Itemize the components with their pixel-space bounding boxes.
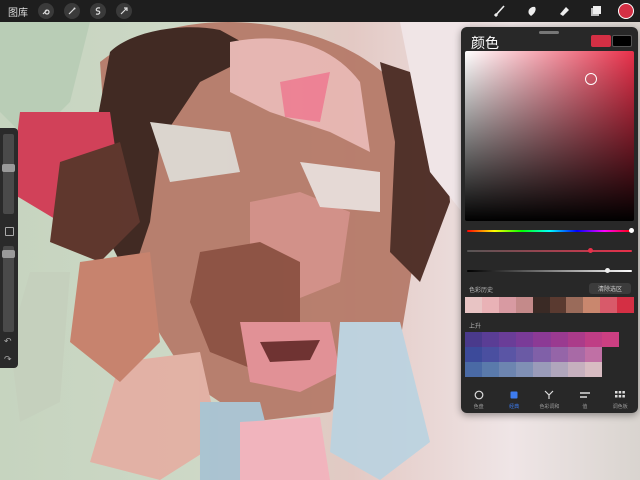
history-swatch[interactable] bbox=[465, 297, 482, 313]
palette-swatch[interactable] bbox=[533, 347, 551, 362]
color-panel: 颜色 色彩历史 清除选区 上升 色盘 经典 色彩调和 值 调色板 bbox=[461, 27, 638, 413]
palette-swatch[interactable] bbox=[482, 362, 500, 377]
color-history-row bbox=[465, 297, 635, 313]
history-swatch[interactable] bbox=[617, 297, 635, 313]
palette-swatch[interactable] bbox=[533, 332, 551, 347]
left-sidebar: ↶ ↷ bbox=[0, 128, 18, 368]
palette-swatch[interactable] bbox=[584, 347, 602, 362]
palette-swatch[interactable] bbox=[465, 347, 483, 362]
transform-arrow-icon[interactable] bbox=[116, 3, 132, 19]
tab-label: 色彩调和 bbox=[539, 403, 560, 410]
history-swatch[interactable] bbox=[498, 297, 516, 313]
palette-swatch[interactable] bbox=[499, 362, 517, 377]
gallery-button[interactable]: 图库 bbox=[0, 4, 38, 19]
saturation-slider[interactable] bbox=[467, 248, 632, 253]
tab-classic-square[interactable]: 经典 bbox=[497, 389, 531, 410]
disc-icon bbox=[474, 389, 484, 401]
brightness-slider[interactable] bbox=[467, 268, 632, 273]
palette-swatch[interactable] bbox=[516, 332, 534, 347]
history-swatch[interactable] bbox=[481, 297, 499, 313]
redo-icon[interactable]: ↷ bbox=[4, 354, 12, 365]
color-history-label: 色彩历史 bbox=[469, 288, 494, 294]
secondary-color-swatch[interactable] bbox=[612, 35, 632, 47]
eraser-icon[interactable] bbox=[554, 1, 574, 21]
wrench-icon[interactable] bbox=[38, 3, 54, 19]
selection-icon[interactable] bbox=[90, 3, 106, 19]
color-mode-tabs: 色盘 经典 色彩调和 值 调色板 bbox=[461, 385, 638, 413]
modify-button[interactable] bbox=[5, 227, 14, 236]
palette-label: 上升 bbox=[469, 324, 482, 330]
palette-swatch[interactable] bbox=[533, 362, 551, 377]
opacity-thumb[interactable] bbox=[2, 250, 15, 258]
history-swatch[interactable] bbox=[600, 297, 618, 313]
opacity-slider[interactable] bbox=[2, 246, 15, 332]
magic-wand-icon[interactable] bbox=[64, 3, 80, 19]
history-swatch[interactable] bbox=[566, 297, 584, 313]
harmony-icon bbox=[544, 389, 554, 401]
value-sliders-icon bbox=[579, 389, 591, 401]
palette-swatch[interactable] bbox=[584, 362, 602, 377]
tab-palette-grid[interactable]: 调色板 bbox=[603, 389, 637, 410]
palette-swatch[interactable] bbox=[584, 332, 602, 347]
smudge-icon[interactable] bbox=[522, 1, 542, 21]
palette-swatch[interactable] bbox=[482, 332, 500, 347]
primary-color-swatch[interactable] bbox=[591, 35, 611, 47]
palette-swatch bbox=[602, 362, 619, 377]
palette-grid bbox=[465, 332, 619, 377]
history-swatch[interactable] bbox=[549, 297, 567, 313]
palette-swatch[interactable] bbox=[465, 362, 483, 377]
brush-size-thumb[interactable] bbox=[2, 164, 15, 172]
tab-label: 值 bbox=[582, 403, 588, 410]
tab-value-sliders[interactable]: 值 bbox=[568, 389, 602, 410]
hue-slider[interactable] bbox=[467, 228, 634, 233]
history-swatch[interactable] bbox=[583, 297, 601, 313]
undo-icon[interactable]: ↶ bbox=[4, 336, 12, 347]
tab-label: 色盘 bbox=[473, 403, 484, 410]
palette-swatch[interactable] bbox=[601, 332, 619, 347]
saturation-brightness-picker[interactable] bbox=[465, 51, 634, 221]
panel-grabber[interactable] bbox=[539, 31, 559, 34]
palette-swatch[interactable] bbox=[516, 347, 534, 362]
history-swatch[interactable] bbox=[532, 297, 550, 313]
tab-label: 调色板 bbox=[612, 403, 628, 410]
palette-swatch[interactable] bbox=[567, 347, 585, 362]
history-swatch[interactable] bbox=[515, 297, 533, 313]
panel-title: 颜色 bbox=[471, 35, 499, 51]
hue-knob[interactable] bbox=[629, 228, 634, 233]
palette-swatch[interactable] bbox=[465, 332, 483, 347]
palette-swatch[interactable] bbox=[550, 347, 568, 362]
top-toolbar: 图库 bbox=[0, 0, 640, 22]
brush-icon[interactable] bbox=[490, 1, 510, 21]
palette-swatch[interactable] bbox=[550, 362, 568, 377]
palette-swatch[interactable] bbox=[499, 332, 517, 347]
clear-history-button[interactable]: 清除选区 bbox=[589, 283, 631, 294]
saturation-knob[interactable] bbox=[588, 248, 593, 253]
classic-square-icon bbox=[509, 389, 519, 401]
color-picker-handle[interactable] bbox=[585, 73, 597, 85]
palette-swatch[interactable] bbox=[567, 332, 585, 347]
brightness-knob[interactable] bbox=[605, 268, 610, 273]
current-color-well[interactable] bbox=[618, 3, 634, 19]
palette-grid-icon bbox=[615, 389, 626, 401]
tab-disc[interactable]: 色盘 bbox=[462, 389, 496, 410]
tab-harmony[interactable]: 色彩调和 bbox=[532, 389, 566, 410]
palette-swatch[interactable] bbox=[499, 347, 517, 362]
palette-swatch[interactable] bbox=[567, 362, 585, 377]
tab-label: 经典 bbox=[509, 403, 520, 410]
palette-swatch[interactable] bbox=[516, 362, 534, 377]
layers-icon[interactable] bbox=[586, 1, 606, 21]
brush-size-slider[interactable] bbox=[2, 134, 15, 214]
palette-swatch[interactable] bbox=[482, 347, 500, 362]
palette-swatch bbox=[602, 347, 619, 362]
palette-swatch[interactable] bbox=[550, 332, 568, 347]
